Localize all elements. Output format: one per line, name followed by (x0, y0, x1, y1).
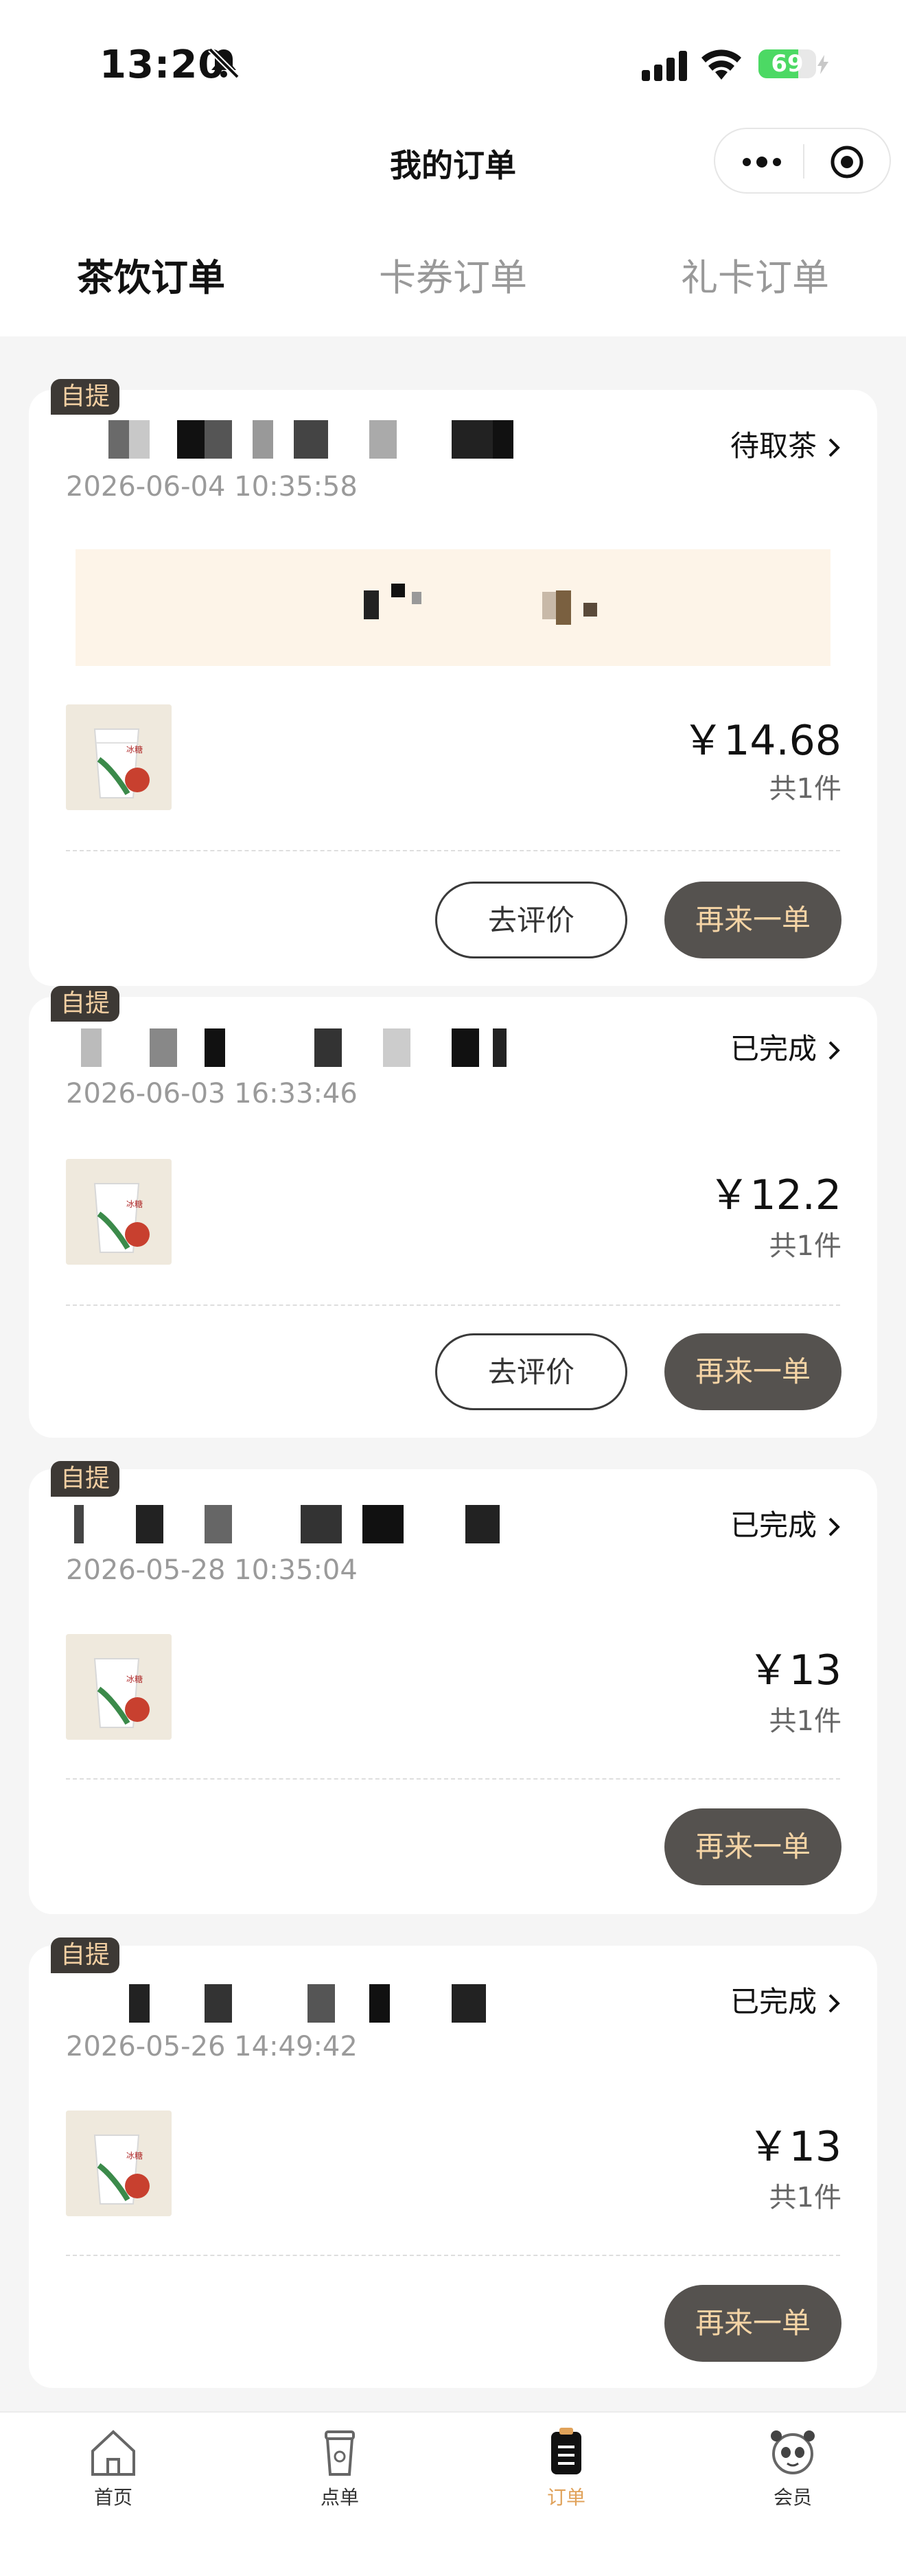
nav-orders[interactable]: 订单 (453, 2426, 680, 2510)
charging-bolt-icon (817, 55, 828, 74)
order-status-text: 已完成 (730, 1508, 817, 1542)
bell-off-icon (208, 47, 240, 79)
close-miniprogram-icon[interactable] (829, 144, 865, 180)
product-image: 冰糖 (66, 1634, 172, 1740)
nav-member[interactable]: 会员 (680, 2426, 906, 2510)
order-status-text: 已完成 (730, 1985, 817, 2019)
order-price: ￥13 (747, 2123, 841, 2171)
divider (66, 1304, 840, 1306)
nav-order-menu[interactable]: 点单 (226, 2426, 453, 2510)
nav-home-label: 首页 (93, 2486, 132, 2509)
header-area: 13:20 69 我的订单 茶饮订单 卡券订单 礼卡订单 (0, 0, 906, 336)
store-name-redacted (67, 1028, 513, 1067)
chevron-right-icon (828, 438, 840, 457)
order-status[interactable]: 已完成 (730, 1502, 841, 1544)
reorder-button[interactable]: 再来一单 (664, 1808, 841, 1885)
order-card[interactable]: 自提 已完成 2026-06-03 16:33:46 冰糖 ￥12.2 共1件 … (29, 986, 877, 1438)
svg-text:冰糖: 冰糖 (126, 1199, 143, 1209)
product-image: 冰糖 (66, 2111, 172, 2216)
pickup-badge: 自提 (51, 1937, 119, 1973)
order-time: 2026-05-26 14:49:42 (66, 2031, 358, 2062)
order-card[interactable]: 自提 待取茶 2026-06-04 10:35:58 冰糖 ￥14.68 共1件 (29, 379, 877, 986)
order-status[interactable]: 待取茶 (730, 423, 841, 465)
order-status[interactable]: 已完成 (730, 1979, 841, 2021)
reorder-button[interactable]: 再来一单 (664, 1333, 841, 1410)
member-icon (771, 2430, 815, 2474)
more-icon[interactable] (741, 157, 782, 168)
pickup-badge: 自提 (51, 379, 119, 415)
product-image: 冰糖 (66, 704, 172, 810)
product-image: 冰糖 (66, 1159, 172, 1265)
order-time: 2026-06-03 16:33:46 (66, 1078, 358, 1109)
review-button[interactable]: 去评价 (435, 1333, 627, 1410)
orders-icon (551, 2428, 581, 2474)
nav-member-label: 会员 (773, 2486, 812, 2509)
order-tabs: 茶饮订单 卡券订单 礼卡订单 (0, 247, 906, 302)
reorder-button[interactable]: 再来一单 (664, 882, 841, 958)
capsule-divider (803, 144, 804, 179)
divider (66, 1778, 840, 1780)
bottom-nav: 首页 点单 订单 会员 (0, 2411, 906, 2576)
home-icon (91, 2430, 135, 2476)
store-name-redacted (67, 420, 513, 459)
order-status-text: 已完成 (730, 1032, 817, 1066)
order-status[interactable]: 已完成 (730, 1026, 841, 1068)
wifi-icon (701, 49, 741, 80)
order-price: ￥13 (747, 1646, 841, 1694)
review-button[interactable]: 去评价 (435, 882, 627, 958)
order-time: 2026-06-04 10:35:58 (66, 471, 358, 503)
pickup-code-redacted (76, 549, 830, 666)
order-quantity: 共1件 (769, 1705, 841, 1737)
tab-tea-orders[interactable]: 茶饮订单 (27, 247, 275, 301)
reorder-button[interactable]: 再来一单 (664, 2285, 841, 2362)
store-name-redacted (67, 1984, 513, 2023)
order-time: 2026-05-28 10:35:04 (66, 1554, 358, 1586)
chevron-right-icon (828, 1041, 840, 1060)
order-status-text: 待取茶 (730, 429, 817, 463)
pickup-badge: 自提 (51, 986, 119, 1022)
chevron-right-icon (828, 1517, 840, 1537)
order-quantity: 共1件 (769, 773, 841, 805)
nav-orders-label: 订单 (546, 2486, 585, 2509)
divider (66, 850, 840, 851)
cup-icon (325, 2430, 355, 2476)
order-quantity: 共1件 (769, 2182, 841, 2213)
order-price: ￥12.2 (708, 1171, 841, 1219)
divider (66, 2255, 840, 2256)
signal-icon (642, 51, 687, 81)
tea-cup-icon: 冰糖 (66, 1634, 172, 1740)
svg-text:冰糖: 冰糖 (126, 2150, 143, 2161)
chevron-right-icon (828, 1994, 840, 2013)
tea-cup-icon: 冰糖 (66, 1159, 172, 1265)
tea-cup-icon: 冰糖 (66, 2111, 172, 2216)
order-quantity: 共1件 (769, 1230, 841, 1262)
order-price: ￥14.68 (682, 717, 841, 765)
miniprogram-capsule (714, 128, 891, 194)
tab-giftcard-orders[interactable]: 礼卡订单 (631, 247, 879, 301)
tab-coupon-orders[interactable]: 卡券订单 (329, 247, 577, 301)
svg-text:冰糖: 冰糖 (126, 1674, 143, 1684)
store-name-redacted (67, 1505, 513, 1543)
nav-order-menu-label: 点单 (320, 2486, 359, 2509)
nav-home[interactable]: 首页 (0, 2426, 226, 2510)
battery-indicator: 69 (758, 49, 816, 78)
pickup-badge: 自提 (51, 1461, 119, 1497)
order-card[interactable]: 自提 已完成 2026-05-28 10:35:04 冰糖 ￥13 共1件 再来… (29, 1461, 877, 1914)
svg-text:冰糖: 冰糖 (126, 744, 143, 755)
order-card[interactable]: 自提 已完成 2026-05-26 14:49:42 冰糖 ￥13 共1件 再来… (29, 1937, 877, 2388)
tea-cup-icon: 冰糖 (66, 704, 172, 810)
battery-percent: 69 (771, 50, 804, 78)
